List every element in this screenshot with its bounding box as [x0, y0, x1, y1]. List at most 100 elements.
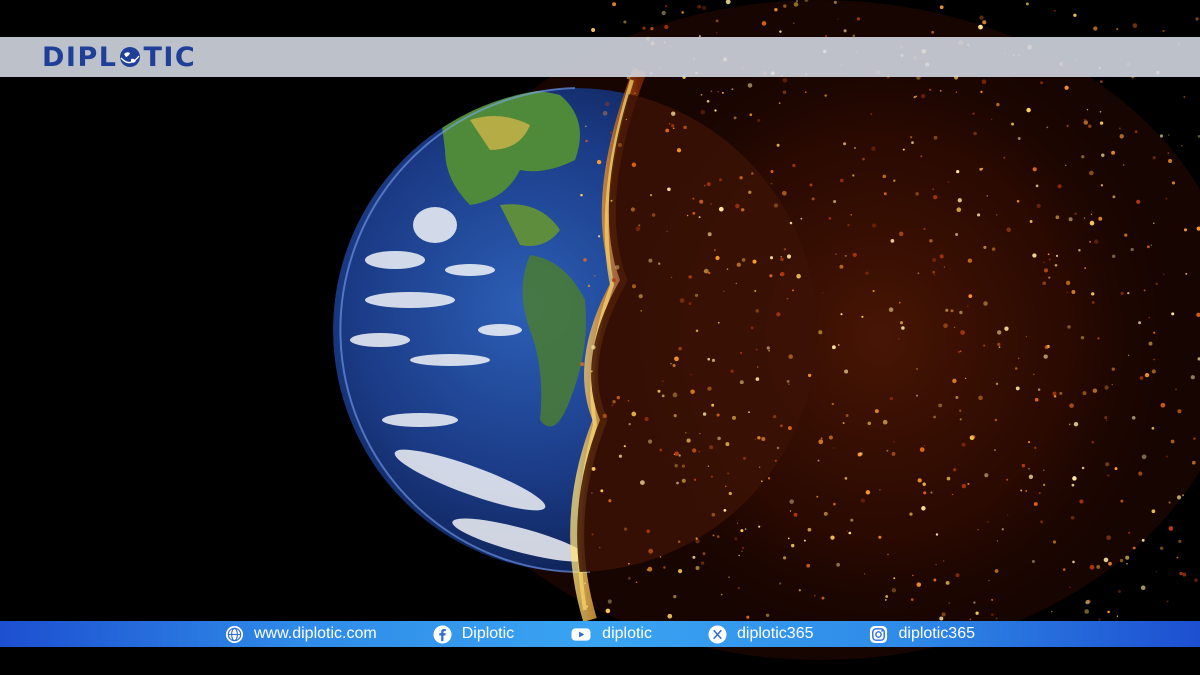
ember-particle: [1068, 423, 1071, 426]
ember-particle: [1138, 471, 1143, 476]
ember-particle: [740, 529, 744, 533]
ember-particle: [674, 356, 679, 362]
ember-particle: [708, 271, 711, 275]
ember-particle: [843, 29, 847, 33]
ember-particle: [1111, 150, 1116, 155]
ember-particle: [607, 599, 612, 604]
logo-text-prefix: DIPL: [42, 41, 118, 73]
ember-particle: [780, 424, 783, 428]
ember-particle: [631, 162, 637, 168]
ember-particle: [1168, 158, 1173, 164]
ember-particle: [604, 101, 610, 107]
ember-particle: [902, 148, 905, 151]
ember-particle: [939, 5, 944, 10]
ember-particle: [666, 230, 668, 233]
ember-particle: [646, 529, 650, 533]
facebook-link[interactable]: Diplotic: [433, 624, 514, 644]
ember-particle: [695, 329, 699, 333]
ember-particle: [882, 174, 887, 179]
ember-particle: [887, 553, 889, 556]
ember-particle: [1039, 81, 1044, 85]
ember-particle: [899, 321, 904, 325]
ember-particle: [663, 566, 666, 569]
ember-particle: [943, 323, 948, 329]
ember-particle: [867, 421, 872, 426]
youtube-link[interactable]: diplotic: [570, 625, 652, 644]
website-link[interactable]: www.diplotic.com: [225, 625, 377, 644]
ember-particle: [586, 605, 589, 608]
ember-particle: [1025, 335, 1028, 338]
ember-particle: [789, 499, 794, 504]
ember-particle: [1066, 291, 1068, 293]
ember-particle: [996, 102, 1000, 107]
ember-particle: [971, 434, 976, 439]
ember-particle: [1150, 244, 1152, 246]
ember-particle: [978, 26, 980, 29]
ember-particle: [1151, 509, 1156, 514]
ember-particle: [893, 577, 896, 580]
ember-particle: [671, 111, 676, 116]
ember-particle: [984, 473, 989, 478]
ember-particle: [991, 598, 994, 601]
diplotic-logo[interactable]: DIPL TIC: [42, 44, 196, 71]
ember-particle: [1116, 27, 1119, 31]
ember-particle: [769, 274, 773, 278]
ember-particle: [628, 562, 630, 565]
ember-particle: [955, 91, 958, 93]
instagram-label: diplotic365: [898, 625, 975, 642]
ember-particle: [726, 268, 729, 270]
ember-particle: [1017, 357, 1020, 360]
ember-particle: [651, 213, 656, 217]
ember-particle: [1155, 571, 1158, 573]
ember-particle: [755, 309, 759, 313]
ember-particle: [998, 346, 1001, 348]
ember-particle: [1152, 156, 1156, 160]
ember-particle: [659, 556, 662, 558]
ember-particle: [658, 262, 661, 265]
ember-particle: [1072, 560, 1075, 564]
ember-particle: [1031, 559, 1035, 564]
ember-particle: [1014, 367, 1018, 370]
ember-particle: [930, 491, 933, 494]
ember-particle: [915, 95, 918, 98]
ember-particle: [842, 421, 845, 425]
ember-particle: [623, 20, 627, 24]
ember-particle: [1083, 120, 1089, 125]
ember-particle: [1119, 558, 1124, 563]
ember-particle: [882, 419, 888, 425]
ember-particle: [1032, 167, 1037, 172]
ember-particle: [1096, 564, 1101, 569]
ember-particle: [980, 90, 983, 93]
ember-particle: [1054, 264, 1058, 267]
instagram-link[interactable]: diplotic365: [869, 625, 975, 644]
ember-particle: [1016, 200, 1020, 203]
ember-particle: [779, 30, 782, 33]
ember-particle: [640, 480, 645, 485]
ember-particle: [1179, 571, 1183, 576]
ember-particle: [747, 83, 753, 88]
ember-particle: [967, 482, 970, 485]
ember-particle: [673, 414, 677, 418]
globe-icon: [120, 47, 141, 67]
ember-particle: [720, 593, 723, 596]
ember-particle: [1091, 292, 1095, 296]
ember-particle: [681, 464, 686, 468]
ember-particle: [1084, 609, 1089, 614]
ember-particle: [807, 527, 812, 532]
ember-particle: [874, 409, 879, 414]
ember-particle: [736, 522, 739, 524]
ember-particle: [1004, 326, 1009, 331]
ember-particle: [793, 2, 799, 7]
ember-particle: [661, 380, 664, 383]
ember-particle: [790, 543, 795, 548]
ember-particle: [741, 550, 743, 553]
ember-particle: [743, 456, 746, 460]
ember-particle: [700, 561, 705, 565]
ember-particle: [710, 203, 712, 205]
x-link[interactable]: diplotic365: [708, 624, 813, 644]
ember-particle: [935, 563, 937, 566]
ember-particle: [659, 448, 663, 452]
ember-particle: [634, 92, 636, 94]
ember-particle: [1029, 220, 1033, 223]
ember-particle: [847, 223, 850, 227]
